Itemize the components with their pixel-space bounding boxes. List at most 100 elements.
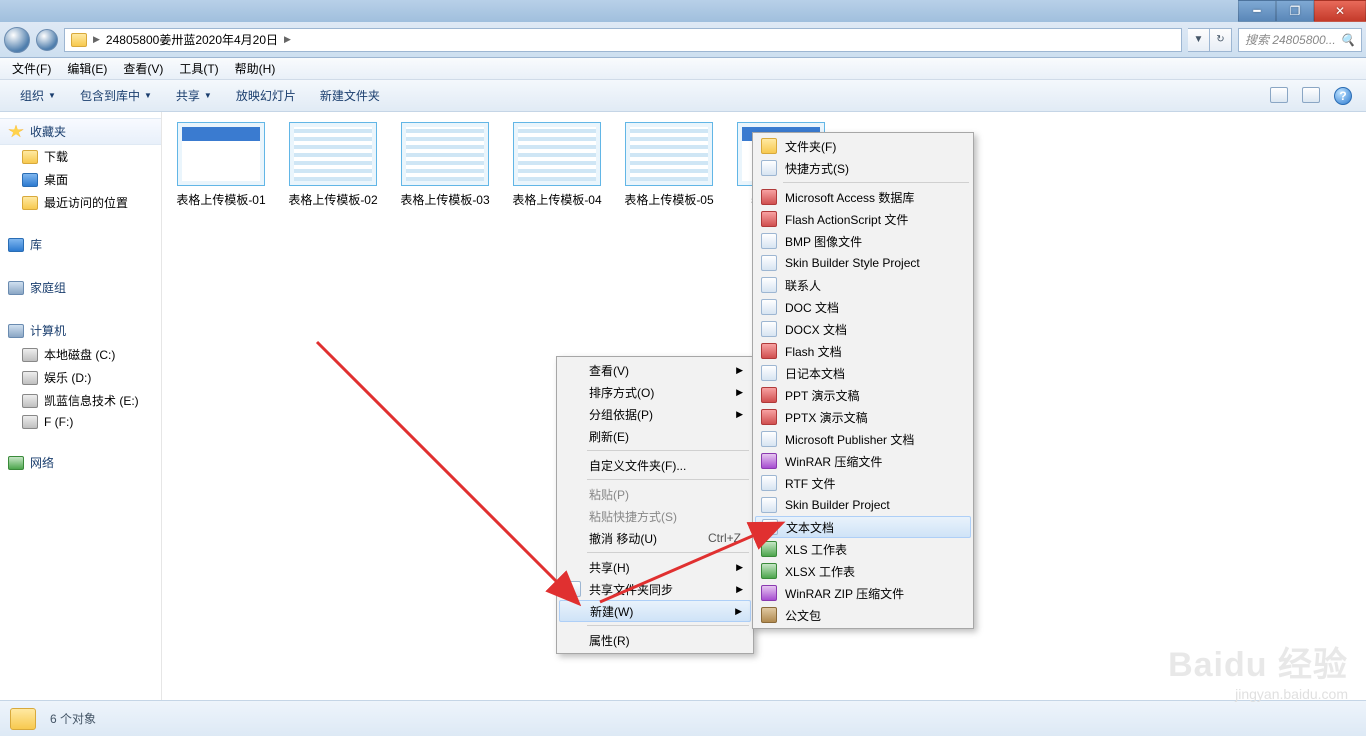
sidebar-item-downloads[interactable]: 下载 xyxy=(0,145,161,168)
minimize-button[interactable]: ━ xyxy=(1238,0,1276,22)
sidebar-library[interactable]: 库 xyxy=(0,232,161,257)
ctx-view[interactable]: 查看(V)▶ xyxy=(559,359,751,381)
ctx-paste-shortcut: 粘贴快捷方式(S) xyxy=(559,505,751,527)
ctx-share[interactable]: 共享(H)▶ xyxy=(559,556,751,578)
search-icon: 🔍 xyxy=(1340,33,1355,47)
ctx-refresh[interactable]: 刷新(E) xyxy=(559,425,751,447)
ctx-new-item[interactable]: Microsoft Publisher 文档 xyxy=(755,428,971,450)
chevron-right-icon: ▶ xyxy=(93,34,100,45)
sidebar-item-drive-d[interactable]: 娱乐 (D:) xyxy=(0,366,161,389)
filetype-icon xyxy=(761,563,777,579)
sidebar-item-drive-f[interactable]: F (F:) xyxy=(0,412,161,432)
ctx-new-item[interactable]: 公文包 xyxy=(755,604,971,626)
slideshow-button[interactable]: 放映幻灯片 xyxy=(224,87,308,104)
include-button[interactable]: 包含到库中▼ xyxy=(68,87,164,104)
preview-pane-button[interactable] xyxy=(1302,87,1320,103)
ctx-new-item[interactable]: BMP 图像文件 xyxy=(755,230,971,252)
back-button[interactable] xyxy=(4,27,30,53)
main-area: 收藏夹 下载 桌面 最近访问的位置 库 家庭组 计算机 本地磁盘 (C:) 娱乐… xyxy=(0,112,1366,700)
ctx-group[interactable]: 分组依据(P)▶ xyxy=(559,403,751,425)
maximize-button[interactable]: ❐ xyxy=(1276,0,1314,22)
sidebar-network[interactable]: 网络 xyxy=(0,450,161,475)
drive-icon xyxy=(22,394,38,408)
filetype-icon xyxy=(761,541,777,557)
menu-tools[interactable]: 工具(T) xyxy=(171,60,226,77)
file-item[interactable]: 表格上传模板-01 xyxy=(176,122,266,208)
sidebar-item-recent[interactable]: 最近访问的位置 xyxy=(0,191,161,214)
separator xyxy=(587,479,749,480)
filetype-icon xyxy=(761,233,777,249)
ctx-sort[interactable]: 排序方式(O)▶ xyxy=(559,381,751,403)
sidebar-item-drive-c[interactable]: 本地磁盘 (C:) xyxy=(0,343,161,366)
ctx-new-item[interactable]: Flash ActionScript 文件 xyxy=(755,208,971,230)
folder-icon xyxy=(71,33,87,47)
ctx-new-item[interactable]: XLSX 工作表 xyxy=(755,560,971,582)
ctx-new-item[interactable]: WinRAR ZIP 压缩文件 xyxy=(755,582,971,604)
content-pane[interactable]: 表格上传模板-01 表格上传模板-02 表格上传模板-03 表格上传模板-04 … xyxy=(162,112,1366,700)
ctx-customize[interactable]: 自定义文件夹(F)... xyxy=(559,454,751,476)
menu-help[interactable]: 帮助(H) xyxy=(227,60,284,77)
ctx-new-item[interactable]: PPT 演示文稿 xyxy=(755,384,971,406)
help-button[interactable]: ? xyxy=(1334,87,1352,105)
ctx-new-item[interactable]: 文件夹(F) xyxy=(755,135,971,157)
sidebar-item-desktop[interactable]: 桌面 xyxy=(0,168,161,191)
ctx-new-item[interactable]: Skin Builder Style Project xyxy=(755,252,971,274)
status-text: 6 个对象 xyxy=(50,710,96,727)
filetype-icon xyxy=(761,299,777,315)
ctx-new-item[interactable]: DOC 文档 xyxy=(755,296,971,318)
forward-button[interactable] xyxy=(36,29,58,51)
file-item[interactable]: 表格上传模板-04 xyxy=(512,122,602,208)
sidebar-item-drive-e[interactable]: 凯蓝信息技术 (E:) xyxy=(0,389,161,412)
filetype-icon xyxy=(761,409,777,425)
view-mode-button[interactable] xyxy=(1270,87,1288,103)
drive-icon xyxy=(22,348,38,362)
ctx-new-item[interactable]: XLS 工作表 xyxy=(755,538,971,560)
sidebar-homegroup[interactable]: 家庭组 xyxy=(0,275,161,300)
breadcrumb[interactable]: 24805800姜卅蓝2020年4月20日 xyxy=(106,31,278,48)
ctx-new-item[interactable]: 联系人 xyxy=(755,274,971,296)
close-button[interactable]: ✕ xyxy=(1314,0,1366,22)
menu-view[interactable]: 查看(V) xyxy=(115,60,171,77)
refresh-button[interactable]: ↻ xyxy=(1210,28,1232,52)
search-input[interactable]: 搜索 24805800... 🔍 xyxy=(1238,28,1362,52)
chevron-right-icon: ▶ xyxy=(284,34,291,45)
context-submenu-new: 文件夹(F)快捷方式(S) Microsoft Access 数据库Flash A… xyxy=(752,132,974,629)
sidebar-favorites[interactable]: 收藏夹 xyxy=(0,118,161,145)
ctx-sync[interactable]: 共享文件夹同步▶ xyxy=(559,578,751,600)
toolbar: 组织▼ 包含到库中▼ 共享▼ 放映幻灯片 新建文件夹 ? xyxy=(0,80,1366,112)
file-item[interactable]: 表格上传模板-03 xyxy=(400,122,490,208)
sidebar-computer[interactable]: 计算机 xyxy=(0,318,161,343)
ctx-new-item[interactable]: Microsoft Access 数据库 xyxy=(755,186,971,208)
share-button[interactable]: 共享▼ xyxy=(164,87,224,104)
ctx-new-item[interactable]: DOCX 文档 xyxy=(755,318,971,340)
menu-file[interactable]: 文件(F) xyxy=(4,60,59,77)
ctx-new-item[interactable]: 日记本文档 xyxy=(755,362,971,384)
separator xyxy=(587,552,749,553)
filetype-icon xyxy=(761,255,777,271)
thumbnail-icon xyxy=(625,122,713,186)
menu-edit[interactable]: 编辑(E) xyxy=(59,60,115,77)
folder-icon xyxy=(10,708,36,730)
address-bar: ▶ 24805800姜卅蓝2020年4月20日 ▶ ▼ ↻ 搜索 2480580… xyxy=(0,22,1366,58)
search-placeholder: 搜索 24805800... xyxy=(1245,31,1336,48)
address-buttons: ▼ ↻ xyxy=(1188,28,1232,52)
ctx-new[interactable]: 新建(W)▶ xyxy=(559,600,751,622)
ctx-new-item[interactable]: Skin Builder Project xyxy=(755,494,971,516)
ctx-new-item[interactable]: Flash 文档 xyxy=(755,340,971,362)
ctx-new-item[interactable]: 文本文档 xyxy=(755,516,971,538)
ctx-new-item[interactable]: PPTX 演示文稿 xyxy=(755,406,971,428)
newfolder-button[interactable]: 新建文件夹 xyxy=(308,87,392,104)
organize-button[interactable]: 组织▼ xyxy=(8,87,68,104)
ctx-new-item[interactable]: WinRAR 压缩文件 xyxy=(755,450,971,472)
dropdown-button[interactable]: ▼ xyxy=(1188,28,1210,52)
file-item[interactable]: 表格上传模板-05 xyxy=(624,122,714,208)
ctx-undo[interactable]: 撤消 移动(U)Ctrl+Z xyxy=(559,527,751,549)
ctx-new-item[interactable]: RTF 文件 xyxy=(755,472,971,494)
filetype-icon xyxy=(761,475,777,491)
sync-icon xyxy=(565,581,581,597)
ctx-new-item[interactable]: 快捷方式(S) xyxy=(755,157,971,179)
address-field[interactable]: ▶ 24805800姜卅蓝2020年4月20日 ▶ xyxy=(64,28,1182,52)
file-item[interactable]: 表格上传模板-02 xyxy=(288,122,378,208)
filetype-icon xyxy=(761,277,777,293)
ctx-properties[interactable]: 属性(R) xyxy=(559,629,751,651)
